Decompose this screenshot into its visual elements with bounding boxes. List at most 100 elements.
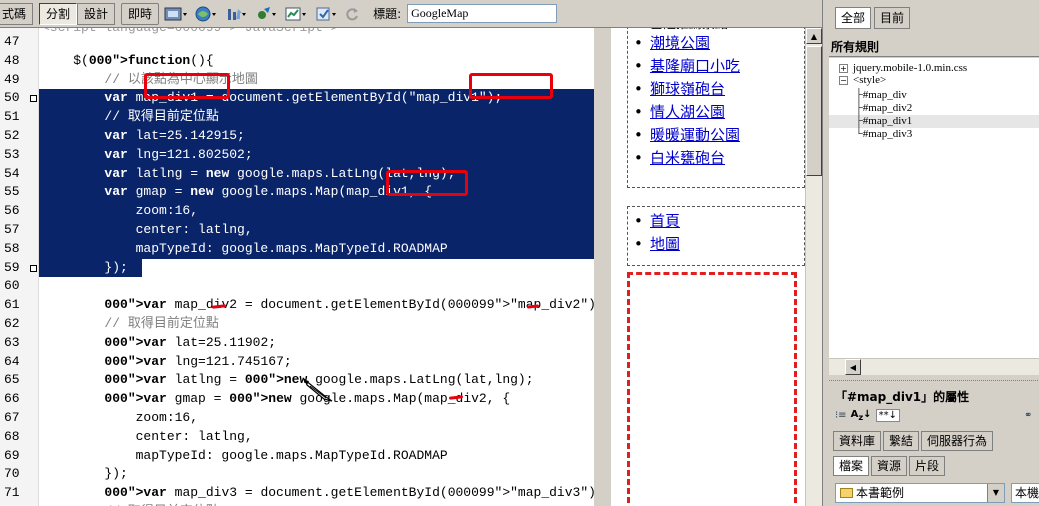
tree-horizontal-scrollbar[interactable]: ◀	[829, 358, 1039, 375]
code-line[interactable]: 60	[0, 277, 594, 296]
tab-all-rules[interactable]: 全部	[835, 7, 872, 29]
pencil-cursor-icon	[303, 378, 333, 402]
scroll-thumb[interactable]	[806, 46, 822, 176]
tree-item-map-div[interactable]: ├#map_div	[855, 89, 907, 102]
code-line[interactable]: 68 center: latlng,	[0, 428, 594, 447]
preview-icon[interactable]	[163, 3, 189, 25]
line-number: 64	[4, 353, 20, 369]
code-line[interactable]: 58 mapTypeId: google.maps.MapTypeId.ROAD…	[0, 239, 594, 259]
alpha-sort-icon[interactable]: Az↓	[851, 409, 872, 422]
code-text: mapTypeId: google.maps.MapTypeId.ROADMAP	[42, 240, 448, 256]
design-link[interactable]: 獅球嶺砲台	[634, 78, 804, 101]
tab-current[interactable]: 目前	[874, 7, 911, 29]
title-field[interactable]: GoogleMap	[407, 4, 558, 23]
line-number: 62	[4, 316, 20, 331]
line-number: 51	[4, 109, 20, 125]
line-number: 69	[4, 447, 20, 463]
code-text: 000">var lat=25.11902;	[104, 334, 277, 350]
tab-code-view[interactable]: 式碼	[0, 2, 34, 25]
tree-item-map-div1[interactable]: ├#map_div1	[829, 115, 1039, 128]
design-vertical-scrollbar[interactable]: ▲	[805, 28, 822, 506]
code-line[interactable]: 52 var lat=25.142915;	[0, 127, 594, 146]
code-line[interactable]: 49 // 以該點為中心顯示地圖	[0, 71, 594, 90]
design-link[interactable]: 白米甕砲台	[634, 147, 804, 170]
code-line[interactable]: 56 zoom:16,	[0, 202, 594, 221]
code-text: mapTypeId: google.maps.MapTypeId.ROADMAP	[42, 447, 448, 463]
code-line[interactable]: 53 var lng=121.802502;	[0, 145, 594, 165]
code-line[interactable]: 55 var gmap = new google.maps.Map(map_di…	[0, 183, 594, 203]
line-number: 53	[4, 146, 20, 162]
code-line[interactable]: 57 center: latlng,	[0, 221, 594, 240]
code-line[interactable]: 61 000">var map_div2 = document.getEleme…	[0, 296, 594, 315]
css-rules-tree[interactable]: + jquery.mobile-1.0.min.css − <style> ├#…	[829, 58, 1039, 368]
set-properties-icon[interactable]: **↓	[875, 409, 900, 422]
design-link[interactable]: 基隆廟口小吃	[634, 55, 804, 78]
code-text: center: latlng,	[42, 428, 253, 444]
line-number: 54	[4, 165, 20, 181]
tab-bindings[interactable]: 繫結	[883, 431, 920, 451]
code-text: // 取得目前定位點	[42, 316, 219, 331]
visual-aids-icon[interactable]	[283, 3, 309, 25]
scroll-left-arrow-icon[interactable]: ◀	[845, 359, 861, 375]
design-link[interactable]: 暖暖運動公園	[634, 124, 804, 147]
code-line[interactable]: 67 zoom:16,	[0, 409, 594, 428]
code-editor[interactable]: <script language=000099">"JavaScript">47…	[0, 28, 594, 506]
line-number: 55	[4, 184, 20, 200]
code-line[interactable]: 70 });	[0, 465, 594, 484]
properties-toolbar: ⁝≡ Az↓ **↓ ⚭	[835, 409, 1032, 422]
tab-split-view[interactable]: 分割	[39, 2, 78, 25]
line-number: 66	[4, 391, 20, 407]
design-link[interactable]: 首頁	[634, 210, 804, 233]
validate-icon[interactable]	[313, 3, 339, 25]
file-management-icon[interactable]	[223, 3, 249, 25]
code-line[interactable]: 62 // 取得目前定位點	[0, 315, 594, 334]
category-view-icon[interactable]: ⁝≡	[835, 410, 847, 421]
design-link[interactable]: 地圖	[634, 233, 804, 256]
scroll-up-arrow-icon[interactable]: ▲	[806, 28, 822, 44]
code-line[interactable]: 65 000">var latlng = 000">new google.map…	[0, 371, 594, 390]
debug-icon[interactable]	[253, 3, 279, 25]
tree-item-map-div2[interactable]: ├#map_div2	[855, 102, 912, 115]
collapse-icon[interactable]: −	[839, 76, 848, 85]
tree-item-map-div3[interactable]: └#map_div3	[855, 128, 912, 141]
chevron-down-icon[interactable]: ▼	[987, 484, 1004, 502]
code-text: // 以該點為中心顯示地圖	[42, 71, 258, 87]
tab-databases[interactable]: 資料庫	[833, 431, 882, 451]
link-icon[interactable]: ⚭	[1024, 410, 1032, 421]
site-select[interactable]: 本書範例 ▼	[835, 483, 1005, 503]
browser-check-icon[interactable]	[193, 3, 219, 25]
all-rules-header: 所有規則	[829, 37, 1039, 57]
line-number: 70	[4, 466, 20, 482]
design-link[interactable]: 情人湖公園	[634, 101, 804, 124]
code-line[interactable]: 63 000">var lat=25.11902;	[0, 334, 594, 353]
tab-server-behaviors[interactable]: 伺服器行為	[921, 431, 994, 451]
refresh-icon[interactable]	[343, 3, 361, 25]
code-line[interactable]: 47	[0, 33, 594, 52]
line-number: 61	[4, 297, 20, 313]
fold-marker-icon[interactable]	[30, 264, 37, 272]
tab-assets[interactable]: 資源	[871, 456, 908, 476]
tab-live-view[interactable]: 即時	[121, 2, 160, 25]
code-line[interactable]: 51 // 取得目前定位點	[0, 108, 594, 127]
code-text: });	[42, 259, 128, 275]
code-line[interactable]: 71 000">var map_div3 = document.getEleme…	[0, 484, 594, 503]
fold-marker-icon[interactable]	[30, 95, 37, 103]
tab-files[interactable]: 檔案	[833, 456, 870, 476]
code-line[interactable]: 50 var map_div1 = document.getElementByI…	[0, 89, 594, 109]
code-line[interactable]: 66 000">var gmap = 000">new google.maps.…	[0, 390, 594, 409]
view-select[interactable]: 本機	[1011, 483, 1039, 503]
code-line[interactable]: 59 });	[0, 258, 594, 278]
line-number: 58	[4, 240, 20, 256]
code-line[interactable]: 48 $(000">function(){	[0, 52, 594, 71]
tab-design-view[interactable]: 設計	[77, 2, 116, 25]
expand-icon[interactable]: +	[839, 64, 848, 73]
tab-snippets[interactable]: 片段	[909, 456, 946, 476]
design-link[interactable]: 潮境公園	[634, 32, 804, 55]
code-text: center: latlng,	[42, 222, 253, 237]
code-line[interactable]: 64 000">var lng=121.745167;	[0, 353, 594, 372]
code-line[interactable]: 69 mapTypeId: google.maps.MapTypeId.ROAD…	[0, 447, 594, 466]
code-line[interactable]: 54 var latlng = new google.maps.LatLng(l…	[0, 164, 594, 184]
properties-title: 「#map_div1」的屬性	[835, 390, 970, 404]
design-view[interactable]: 基隆推薦景點潮境公園基隆廟口小吃獅球嶺砲台情人湖公園暖暖運動公園白米甕砲台 首頁…	[611, 28, 823, 506]
line-number: 52	[4, 128, 20, 143]
